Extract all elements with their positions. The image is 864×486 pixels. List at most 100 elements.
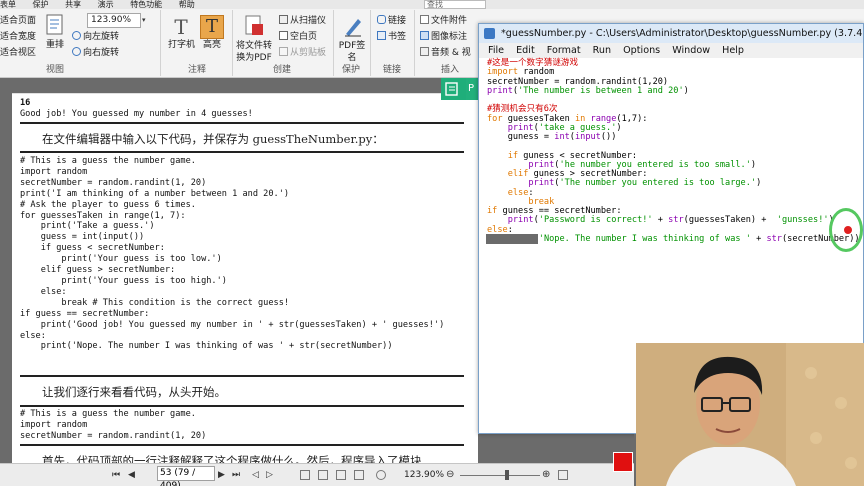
clipboard-icon <box>279 47 288 56</box>
menu-features[interactable]: 特色功能 <box>130 0 162 9</box>
link-button[interactable]: 链接 <box>377 14 406 28</box>
code-block-2: # This is a guess the number game. impor… <box>20 409 206 442</box>
zoom-slider-track[interactable] <box>460 475 540 476</box>
code-line: if guess < secretNumber: <box>20 243 165 254</box>
code-line: for guessesTaken in range(1, 7): <box>20 210 186 221</box>
menu-help[interactable]: Help <box>722 43 744 58</box>
rotate-right-button[interactable]: 向右旋转 <box>72 46 119 60</box>
file-attachment-button[interactable]: 文件附件 <box>420 14 467 28</box>
record-stop-icon[interactable] <box>613 452 633 472</box>
divider <box>160 10 161 76</box>
code-line: import random <box>20 166 88 177</box>
continuous-icon[interactable] <box>318 470 328 480</box>
bookmark-button[interactable]: 书签 <box>377 30 406 44</box>
cover-icon[interactable] <box>354 470 364 480</box>
code-line: elif guess > secretNumber: <box>20 265 176 276</box>
code-line: print('The number you entered is too lar… <box>528 178 762 189</box>
code-line: print('Password is correct!' + str(guess… <box>507 215 834 226</box>
bookmark-icon <box>377 31 386 40</box>
fullscreen-icon[interactable] <box>558 470 568 480</box>
menu-help[interactable]: 帮助 <box>179 0 195 9</box>
status-zoom[interactable]: 123.90% <box>404 464 444 486</box>
highlight-label[interactable]: 高亮 <box>198 40 226 51</box>
convert-pdf-label[interactable]: 将文件转换为PDF <box>234 40 274 64</box>
reflow-label[interactable]: 重排 <box>44 40 66 51</box>
menu-edit[interactable]: Edit <box>516 43 535 58</box>
code-line: if guess == secretNumber: <box>20 308 150 319</box>
idle-window-title: *guessNumber.py - C:\Users\Administrator… <box>501 28 864 39</box>
fit-page-button[interactable]: 适合页面 <box>0 14 36 28</box>
divider <box>370 10 371 76</box>
instruction-paragraph-2: 让我们逐行来看看代码，从头开始。 <box>42 385 226 399</box>
menu-share[interactable]: 共享 <box>65 0 81 9</box>
audio-icon <box>420 47 429 56</box>
group-create-label: 创建 <box>273 65 292 75</box>
attachment-icon <box>420 15 429 24</box>
divider <box>414 10 415 76</box>
divider <box>333 10 334 76</box>
code-line: print('Good job! You guessed my number i… <box>20 319 445 330</box>
page-number-input[interactable]: 53 (79 / 409) <box>157 466 215 486</box>
from-scanner-button[interactable]: 从扫描仪 <box>279 14 326 28</box>
search-input[interactable]: 查找 <box>424 0 486 9</box>
code-line: # This is a guess the number game. <box>20 156 196 166</box>
single-page-icon[interactable] <box>300 470 310 480</box>
pdf-page: 16 Good job! You guessed my number in 4 … <box>12 93 478 463</box>
code-line: else: <box>20 286 67 297</box>
fit-width-button[interactable]: 适合宽度 <box>0 30 36 44</box>
group-insert-label: 插入 <box>441 65 460 75</box>
facing-icon[interactable] <box>336 470 346 480</box>
prev-page-icon[interactable]: ◀ <box>128 464 135 486</box>
code-line: print('Nope. The number I was thinking o… <box>20 341 393 352</box>
zoom-in-icon[interactable]: ⊕ <box>542 468 550 482</box>
zoom-dropdown-icon[interactable]: ▾ <box>142 13 151 28</box>
menu-window[interactable]: Window <box>672 43 710 58</box>
menu-options[interactable]: Options <box>623 43 660 58</box>
pdf-sign-icon[interactable] <box>342 14 364 38</box>
python-icon <box>484 28 495 39</box>
code-line: print('I am thinking of a number between… <box>20 188 290 199</box>
scanner-icon <box>279 15 288 24</box>
back-icon[interactable]: ◁ <box>252 464 259 486</box>
document-margin <box>0 78 12 463</box>
rotate-left-button[interactable]: 向左旋转 <box>72 30 119 44</box>
code-line: secretNumber = random.randint(1, 20) <box>20 177 207 188</box>
fit-icon[interactable] <box>376 470 386 480</box>
image-annotation-button[interactable]: 图像标注 <box>420 30 467 44</box>
highlight-icon[interactable]: T <box>200 15 224 39</box>
zoom-out-icon[interactable]: ⊖ <box>446 468 454 482</box>
first-page-icon[interactable]: ⏮ <box>112 464 120 486</box>
pdf-sign-label[interactable]: PDF签名 <box>338 40 366 64</box>
code-line: print('Nope. The number I was thinking o… <box>508 233 860 244</box>
reflow-icon[interactable] <box>44 13 66 37</box>
typewriter-label[interactable]: 打字机 <box>168 40 195 51</box>
fit-visible-button[interactable]: 适合视区 <box>0 46 36 60</box>
last-page-icon[interactable]: ⏭ <box>232 464 240 486</box>
rule <box>20 122 464 124</box>
forward-icon[interactable]: ▷ <box>266 464 273 486</box>
blank-page-button[interactable]: 空白页 <box>279 30 317 44</box>
menu-present[interactable]: 演示 <box>98 0 114 9</box>
menu-protect[interactable]: 保护 <box>33 0 49 9</box>
menu-run[interactable]: Run <box>593 43 611 58</box>
rotate-right-icon <box>72 47 81 56</box>
partial-paragraph: 首先，代码顶部的一行注释解释了这个程序做什么。然后，程序导入了模块 <box>42 454 422 463</box>
group-view-label: 视图 <box>46 65 65 75</box>
rule <box>20 375 464 377</box>
menu-forms[interactable]: 表单 <box>0 0 16 9</box>
zoom-slider-handle[interactable] <box>505 470 509 480</box>
menu-file[interactable]: File <box>488 43 504 58</box>
next-page-icon[interactable]: ▶ <box>218 464 225 486</box>
group-protect-label: 保护 <box>342 65 361 75</box>
code-line: # This is a guess the number game. <box>20 409 196 419</box>
rule <box>20 151 464 153</box>
code-line: break # This condition is the correct gu… <box>20 297 290 308</box>
typewriter-icon[interactable]: T <box>170 16 192 38</box>
audio-video-button[interactable]: 音频 & 视 <box>420 46 471 60</box>
zoom-select[interactable]: 123.90% <box>87 13 141 28</box>
menu-format[interactable]: Format <box>547 43 581 58</box>
convert-pdf-icon[interactable] <box>243 14 265 38</box>
cursor-icon <box>843 225 853 235</box>
group-comment-label: 注释 <box>188 65 207 75</box>
from-clipboard-button[interactable]: 从剪贴板 <box>279 46 326 60</box>
